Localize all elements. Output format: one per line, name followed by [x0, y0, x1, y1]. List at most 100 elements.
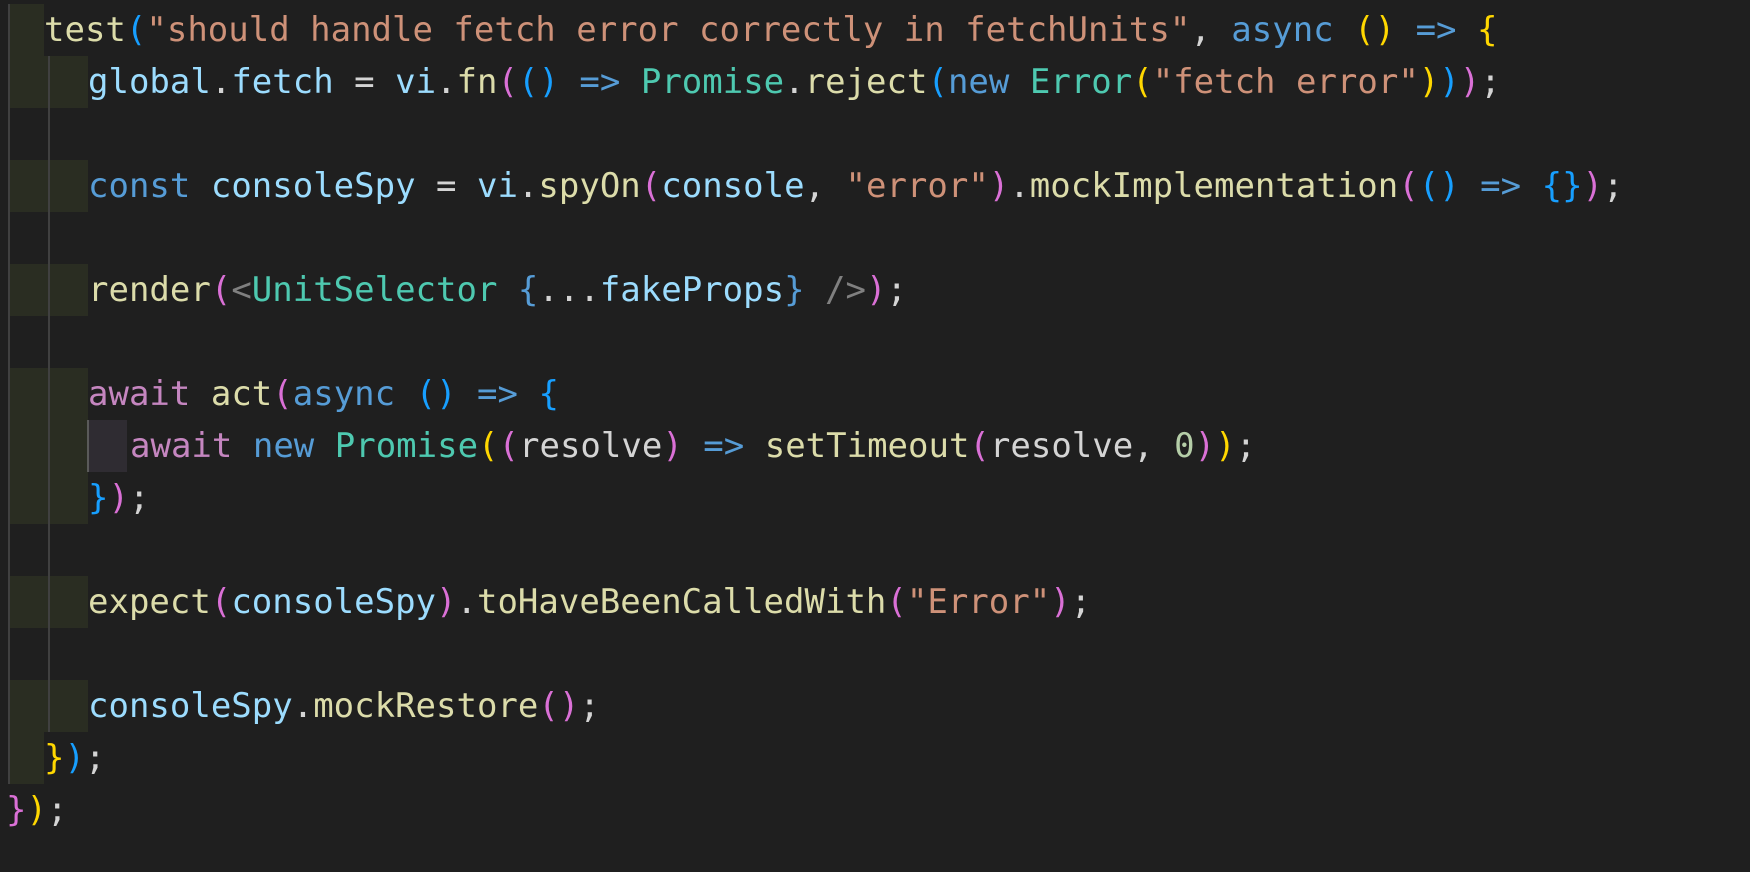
code-token: ;	[1070, 582, 1092, 622]
code-editor[interactable]: test("should handle fetch error correctl…	[0, 0, 1750, 872]
code-token: {}	[1541, 166, 1583, 206]
indent-guide	[48, 680, 50, 732]
code-token: }	[88, 478, 109, 518]
code-token: )	[1582, 166, 1604, 206]
code-text: });	[88, 472, 149, 524]
code-token: )	[1215, 426, 1236, 466]
indent-guide	[48, 576, 50, 628]
code-line[interactable]	[0, 524, 1750, 576]
code-line[interactable]: await act(async () => {	[0, 368, 1750, 420]
code-token: Promise	[334, 426, 479, 466]
code-token: expect	[88, 582, 211, 622]
code-token: resolve	[519, 426, 663, 466]
code-token: )	[865, 270, 887, 310]
code-token: async	[292, 374, 396, 414]
code-line[interactable]: });	[0, 472, 1750, 524]
code-line[interactable]: await new Promise((resolve) => setTimeou…	[0, 420, 1750, 472]
code-line[interactable]: });	[0, 784, 1750, 836]
code-token: }	[44, 738, 65, 778]
code-token: =	[333, 62, 396, 102]
code-line[interactable]: const consoleSpy = vi.spyOn(console, "er…	[0, 160, 1750, 212]
indent-guide	[48, 56, 50, 108]
code-token: {	[538, 374, 559, 414]
code-token: consoleSpy	[231, 582, 437, 622]
code-token: mockRestore	[313, 686, 539, 726]
code-token: setTimeout	[764, 426, 970, 466]
code-token: ;	[84, 738, 106, 778]
code-token: reject	[804, 62, 928, 102]
code-token: vi	[476, 166, 518, 206]
code-line[interactable]: consoleSpy.mockRestore();	[0, 680, 1750, 732]
code-token: )	[108, 478, 129, 518]
code-text: const consoleSpy = vi.spyOn(console, "er…	[88, 160, 1624, 212]
code-text: render(<UnitSelector {...fakeProps} />);	[88, 264, 907, 316]
code-token: ;	[46, 790, 68, 830]
code-token: (	[927, 62, 948, 102]
code-line[interactable]	[0, 628, 1750, 680]
code-token: }	[784, 270, 805, 310]
code-text: consoleSpy.mockRestore();	[88, 680, 600, 732]
code-token: ()	[538, 686, 580, 726]
code-token: new	[947, 62, 1010, 102]
code-line[interactable]	[0, 108, 1750, 160]
code-token: ()	[1418, 166, 1460, 206]
code-line[interactable]: expect(consoleSpy).toHaveBeenCalledWith(…	[0, 576, 1750, 628]
code-token: spyOn	[538, 166, 641, 206]
code-token: )	[1194, 426, 1216, 466]
code-token: ()	[415, 374, 457, 414]
code-token: "error"	[845, 166, 989, 206]
code-token: new	[252, 426, 315, 466]
code-line[interactable]	[0, 212, 1750, 264]
code-token: async	[1231, 10, 1334, 50]
code-token: vi	[395, 62, 437, 102]
code-token: (	[498, 426, 520, 466]
code-line[interactable]: global.fetch = vi.fn(() => Promise.rejec…	[0, 56, 1750, 108]
code-token: consoleSpy	[88, 686, 293, 726]
code-token: ;	[1480, 62, 1501, 102]
code-token: fn	[456, 62, 498, 102]
code-token: global	[88, 62, 211, 102]
code-token: ,	[1190, 10, 1232, 50]
code-token: .	[436, 62, 457, 102]
code-token: (	[125, 10, 147, 50]
code-token: test	[44, 10, 126, 50]
code-token: )	[1418, 62, 1440, 102]
code-token: ;	[1235, 426, 1257, 466]
code-token: (	[210, 582, 232, 622]
code-token: Promise	[640, 62, 785, 102]
code-token: consoleSpy	[210, 166, 416, 206]
code-text: });	[6, 784, 67, 836]
indent-guide	[8, 680, 10, 732]
code-line[interactable]: render(<UnitSelector {...fakeProps} />);	[0, 264, 1750, 316]
code-token: )	[662, 426, 683, 466]
code-token: }	[6, 790, 27, 830]
code-token: )	[1459, 62, 1481, 102]
code-text: });	[44, 732, 105, 784]
code-line[interactable]	[0, 316, 1750, 368]
indent-guide	[8, 212, 10, 264]
code-token: console	[661, 166, 805, 206]
indent-guide	[48, 108, 50, 160]
code-line[interactable]: });	[0, 732, 1750, 784]
code-token: ()	[517, 62, 559, 102]
indent-guide	[48, 212, 50, 264]
code-token: .	[456, 582, 477, 622]
code-line[interactable]: test("should handle fetch error correctl…	[0, 4, 1750, 56]
code-token: =	[415, 166, 477, 206]
code-token: (	[210, 270, 232, 310]
code-text: expect(consoleSpy).toHaveBeenCalledWith(…	[88, 576, 1091, 628]
indent-guide	[48, 420, 50, 472]
indent-guide	[8, 732, 10, 784]
code-token: ,	[804, 166, 846, 206]
code-token: resolve,	[989, 426, 1175, 466]
